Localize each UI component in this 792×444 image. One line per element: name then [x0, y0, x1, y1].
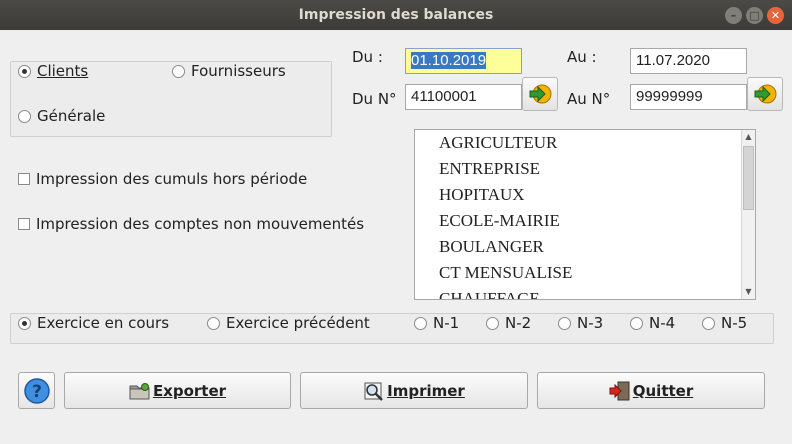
au-no-go-button[interactable]	[747, 77, 783, 111]
radio-exercice-precedent[interactable]: Exercice précédent	[207, 314, 370, 332]
au-label: Au :	[567, 48, 597, 66]
list-item[interactable]: ENTREPRISE	[439, 159, 540, 179]
checkbox-non-mouvementes-label: Impression des comptes non mouvementés	[36, 215, 365, 233]
radio-n5[interactable]: N-5	[702, 314, 747, 332]
radio-n5-label: N-5	[721, 314, 748, 332]
scroll-thumb[interactable]	[743, 146, 754, 210]
du-no-label: Du N°	[352, 90, 397, 108]
radio-n4-label: N-4	[649, 314, 676, 332]
go-arrow-icon	[529, 84, 552, 104]
list-item[interactable]: CHAUFFAGE	[439, 289, 540, 299]
radio-n4-indicator[interactable]	[630, 316, 643, 330]
help-button[interactable]: ?	[18, 372, 55, 409]
radio-fournisseurs-label: Fournisseurs	[191, 62, 286, 80]
imprimer-button[interactable]: Imprimer	[300, 372, 528, 409]
list-item[interactable]: AGRICULTEUR	[439, 133, 557, 153]
au-no-field[interactable]: 99999999	[630, 84, 747, 110]
checkbox-cumuls-label: Impression des cumuls hors période	[36, 170, 308, 188]
imprimer-label: Imprimer	[387, 381, 465, 400]
scroll-up-icon[interactable]: ▲	[742, 130, 755, 144]
window-title: Impression des balances	[298, 7, 494, 23]
radio-n3-indicator[interactable]	[558, 316, 571, 330]
checkbox-non-mouvementes-box[interactable]	[18, 218, 30, 230]
radio-n1[interactable]: N-1	[414, 314, 459, 332]
radio-generale-label: Générale	[37, 107, 106, 125]
radio-n3[interactable]: N-3	[558, 314, 603, 332]
list-item[interactable]: BOULANGER	[439, 237, 544, 257]
du-date-field[interactable]: 01.10.2019	[405, 48, 522, 74]
maximize-button[interactable]: □	[746, 7, 763, 24]
radio-generale-indicator[interactable]	[18, 109, 31, 123]
radio-n3-label: N-3	[577, 314, 604, 332]
radio-fournisseurs-indicator[interactable]	[172, 64, 185, 78]
du-no-go-button[interactable]	[522, 77, 558, 111]
radio-exercice-en-cours[interactable]: Exercice en cours	[18, 314, 169, 332]
category-list[interactable]: AGRICULTEUR ENTREPRISE HOPITAUX ECOLE-MA…	[414, 129, 756, 300]
checkbox-non-mouvementes[interactable]: Impression des comptes non mouvementés	[18, 215, 364, 233]
radio-fournisseurs[interactable]: Fournisseurs	[172, 62, 286, 80]
radio-exercice-en-cours-label: Exercice en cours	[37, 314, 170, 332]
radio-n2-indicator[interactable]	[486, 316, 499, 330]
quitter-button[interactable]: Quitter	[537, 372, 765, 409]
print-preview-icon	[363, 381, 385, 401]
list-item[interactable]: ECOLE-MAIRIE	[439, 211, 560, 231]
exporter-button[interactable]: Exporter	[64, 372, 291, 409]
title-bar: Impression des balances – □ ✕	[0, 0, 792, 30]
scroll-down-icon[interactable]: ▼	[742, 285, 755, 299]
du-date-value: 01.10.2019	[411, 52, 487, 69]
svg-text:?: ?	[32, 382, 42, 402]
radio-exercice-precedent-label: Exercice précédent	[226, 314, 370, 332]
au-no-label: Au N°	[567, 90, 611, 108]
close-button[interactable]: ✕	[767, 7, 784, 24]
radio-n1-indicator[interactable]	[414, 316, 427, 330]
radio-exercice-precedent-indicator[interactable]	[207, 316, 220, 330]
radio-generale[interactable]: Générale	[18, 107, 105, 125]
radio-clients[interactable]: Clients	[18, 62, 88, 80]
list-scrollbar[interactable]: ▲ ▼	[741, 130, 755, 299]
radio-clients-indicator[interactable]	[18, 64, 31, 78]
folder-export-icon	[129, 381, 151, 401]
list-item[interactable]: HOPITAUX	[439, 185, 525, 205]
radio-n1-label: N-1	[433, 314, 460, 332]
radio-n2[interactable]: N-2	[486, 314, 531, 332]
list-item[interactable]: CT MENSUALISE	[439, 263, 572, 283]
du-label: Du :	[352, 48, 383, 66]
radio-clients-label: Clients	[37, 62, 89, 80]
exporter-label: Exporter	[152, 381, 227, 400]
checkbox-cumuls-box[interactable]	[18, 173, 30, 185]
quitter-label: Quitter	[632, 381, 694, 400]
minimize-button[interactable]: –	[725, 7, 742, 24]
help-icon: ?	[23, 377, 50, 404]
radio-exercice-en-cours-indicator[interactable]	[18, 316, 31, 330]
exit-door-icon	[609, 381, 631, 401]
radio-n2-label: N-2	[505, 314, 532, 332]
au-date-field[interactable]: 11.07.2020	[630, 48, 747, 74]
radio-n5-indicator[interactable]	[702, 316, 715, 330]
du-no-field[interactable]: 41100001	[405, 84, 522, 110]
radio-n4[interactable]: N-4	[630, 314, 675, 332]
checkbox-cumuls[interactable]: Impression des cumuls hors période	[18, 170, 307, 188]
go-arrow-icon	[754, 84, 777, 104]
